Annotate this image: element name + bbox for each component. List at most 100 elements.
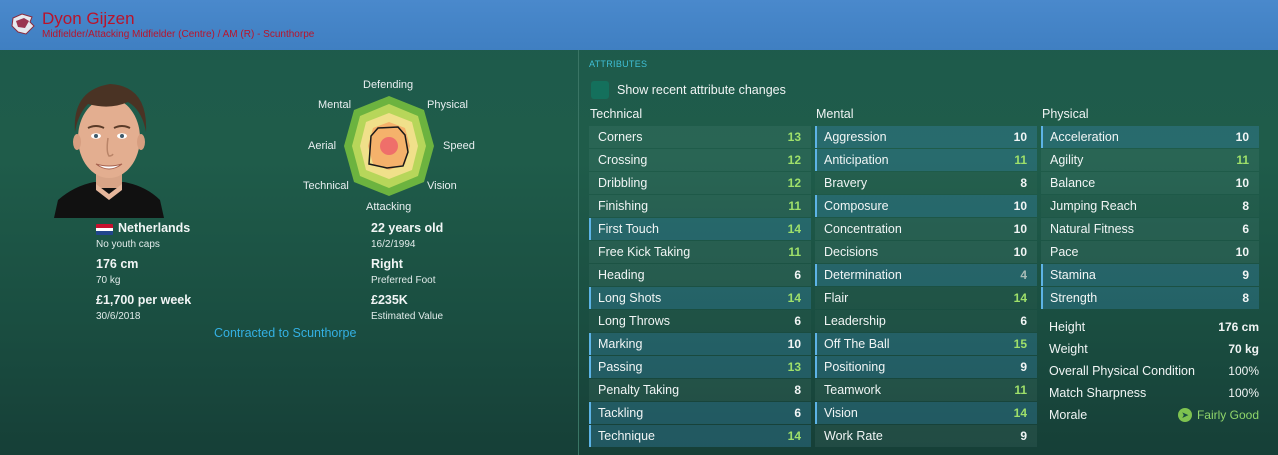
attribute-row[interactable]: Finishing 11 — [589, 195, 811, 217]
radar-label-defending: Defending — [363, 79, 414, 91]
show-changes-checkbox[interactable] — [591, 81, 609, 99]
attribute-row-key[interactable]: Stamina 9 — [1041, 264, 1259, 286]
attribute-row-key[interactable]: Strength 8 — [1041, 287, 1259, 309]
player-overview-panel: Netherlands No youth caps 176 cm 70 kg £… — [0, 50, 578, 455]
attribute-row[interactable]: Crossing 12 — [589, 149, 811, 171]
attribute-row-key[interactable]: First Touch 14 — [589, 218, 811, 240]
attribute-row-key[interactable]: Acceleration 10 — [1041, 126, 1259, 148]
attribute-row[interactable]: Agility 11 — [1041, 149, 1259, 171]
attribute-name: Leadership — [824, 314, 886, 328]
attribute-row[interactable]: Natural Fitness 6 — [1041, 218, 1259, 240]
radar-label-speed: Speed — [443, 140, 475, 152]
physical-column-header: Physical — [1042, 107, 1089, 121]
condition-row: Overall Physical Condition 100% — [1041, 360, 1259, 382]
estimated-value: £235K — [371, 293, 408, 307]
attribute-row[interactable]: Heading 6 — [589, 264, 811, 286]
attribute-name: Pace — [1050, 245, 1079, 259]
attribute-name: Finishing — [598, 199, 649, 213]
show-changes-label[interactable]: Show recent attribute changes — [617, 83, 786, 97]
attribute-name: Decisions — [824, 245, 879, 259]
club-crest-icon — [11, 13, 35, 35]
morale-arrow-icon: ➤ — [1177, 408, 1192, 422]
morale-row[interactable]: Morale ➤ Fairly Good — [1041, 404, 1259, 426]
mental-attributes-list: Aggression 10 Anticipation 11 Bravery 8 Com… — [815, 126, 1037, 448]
attribute-radar-chart — [344, 96, 434, 196]
attribute-row-key[interactable]: Positioning 9 — [815, 356, 1037, 378]
sharpness-label: Match Sharpness — [1049, 386, 1147, 400]
attribute-value: 14 — [1013, 291, 1027, 305]
player-name: Dyon Gijzen — [42, 9, 135, 28]
technical-attributes-list: Corners 13 Crossing 12 Dribbling 12 Finishi… — [589, 126, 811, 448]
attribute-name: Strength — [1050, 291, 1098, 305]
contract-status-link[interactable]: Contracted to Scunthorpe — [214, 326, 356, 340]
preferred-foot-label: Preferred Foot — [371, 275, 436, 286]
attribute-value: 10 — [1235, 130, 1249, 144]
attribute-row[interactable]: Flair 14 — [815, 287, 1037, 309]
date-of-birth: 16/2/1994 — [371, 239, 416, 250]
attribute-row[interactable]: Concentration 10 — [815, 218, 1037, 240]
attribute-row[interactable]: Work Rate 9 — [815, 425, 1037, 447]
attribute-name: Concentration — [824, 222, 902, 236]
attribute-name: Passing — [598, 360, 643, 374]
attribute-value: 10 — [1235, 176, 1249, 190]
attribute-row-key[interactable]: Marking 10 — [589, 333, 811, 355]
attribute-name: Agility — [1050, 153, 1084, 167]
radar-label-aerial: Aerial — [308, 140, 337, 152]
attributes-title: ATTRIBUTES — [589, 59, 648, 69]
attribute-row-key[interactable]: Vision 14 — [815, 402, 1037, 424]
attribute-name: Flair — [824, 291, 849, 305]
player-photo — [54, 84, 164, 218]
attribute-name: Jumping Reach — [1050, 199, 1137, 213]
physical-attributes-list: Acceleration 10 Agility 11 Balance 10 Jumpi… — [1041, 126, 1259, 310]
attribute-value: 9 — [1020, 360, 1027, 374]
technical-column-header: Technical — [590, 107, 643, 121]
attribute-row-key[interactable]: Determination 4 — [815, 264, 1037, 286]
attribute-row-key[interactable]: Anticipation 11 — [815, 149, 1037, 171]
attribute-name: Acceleration — [1050, 130, 1119, 144]
attribute-row[interactable]: Balance 10 — [1041, 172, 1259, 194]
attribute-value: 10 — [1013, 199, 1027, 213]
attribute-value: 6 — [794, 314, 801, 328]
attribute-row[interactable]: Teamwork 11 — [815, 379, 1037, 401]
physical-info-list: Height 176 cm Weight 70 kg Overall Physica… — [1041, 316, 1259, 426]
attribute-value: 11 — [1014, 383, 1027, 397]
attribute-row[interactable]: Dribbling 12 — [589, 172, 811, 194]
attribute-value: 14 — [787, 429, 801, 443]
attribute-row[interactable]: Penalty Taking 8 — [589, 379, 811, 401]
weight-row: Weight 70 kg — [1041, 338, 1259, 360]
attribute-row-key[interactable]: Aggression 10 — [815, 126, 1037, 148]
attribute-row-key[interactable]: Off The Ball 15 — [815, 333, 1037, 355]
morale-value-wrapper: ➤ Fairly Good — [1177, 408, 1259, 422]
attribute-name: Heading — [598, 268, 645, 282]
nationality[interactable]: Netherlands — [118, 221, 190, 235]
attribute-value: 6 — [1020, 314, 1027, 328]
attribute-name: Marking — [598, 337, 643, 351]
attribute-value: 8 — [1242, 199, 1249, 213]
attribute-row-key[interactable]: Technique 14 — [589, 425, 811, 447]
attribute-row[interactable]: Leadership 6 — [815, 310, 1037, 332]
attribute-row-key[interactable]: Tackling 6 — [589, 402, 811, 424]
attribute-value: 8 — [1242, 291, 1249, 305]
attribute-row[interactable]: Corners 13 — [589, 126, 811, 148]
attribute-value: 10 — [1235, 245, 1249, 259]
weight-label: Weight — [1049, 342, 1088, 356]
attribute-row[interactable]: Bravery 8 — [815, 172, 1037, 194]
attribute-row-key[interactable]: Passing 13 — [589, 356, 811, 378]
attribute-row[interactable]: Free Kick Taking 11 — [589, 241, 811, 263]
attribute-value: 12 — [787, 176, 801, 190]
height-value: 176 cm — [96, 257, 139, 271]
condition-value: 100% — [1228, 364, 1259, 378]
attribute-row[interactable]: Long Throws 6 — [589, 310, 811, 332]
attribute-name: Free Kick Taking — [598, 245, 691, 259]
attribute-row[interactable]: Pace 10 — [1041, 241, 1259, 263]
youth-caps: No youth caps — [96, 239, 160, 250]
attribute-row-key[interactable]: Long Shots 14 — [589, 287, 811, 309]
attribute-row[interactable]: Decisions 10 — [815, 241, 1037, 263]
estimated-value-label: Estimated Value — [371, 311, 444, 322]
age-value: 22 years old — [371, 221, 444, 235]
attribute-row-key[interactable]: Composure 10 — [815, 195, 1037, 217]
sharpness-value: 100% — [1228, 386, 1259, 400]
condition-label: Overall Physical Condition — [1049, 364, 1195, 378]
attribute-row[interactable]: Jumping Reach 8 — [1041, 195, 1259, 217]
attribute-name: Bravery — [824, 176, 868, 190]
